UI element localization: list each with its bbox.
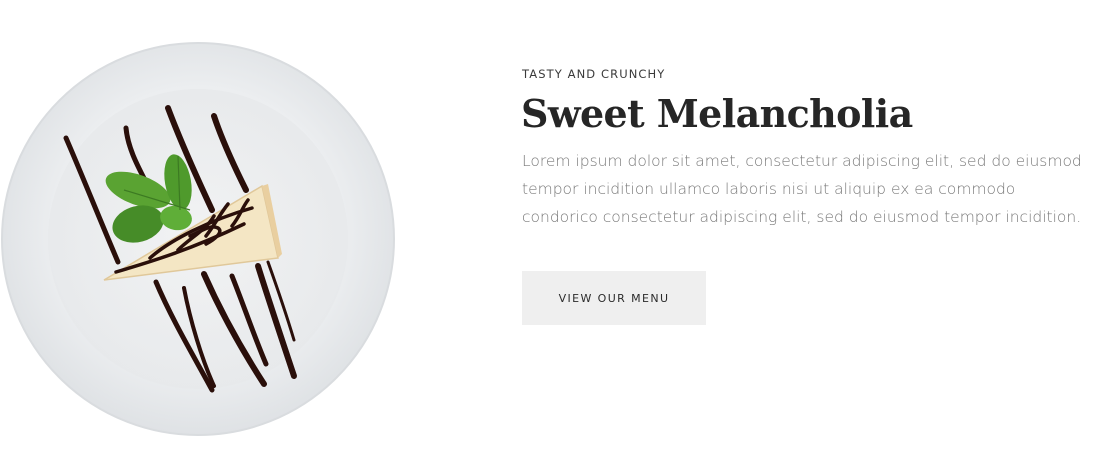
hero-description: Lorem ipsum dolor sit amet, consectetur … xyxy=(522,152,1082,226)
dessert-plate-image xyxy=(0,40,398,438)
page: TASTY AND CRUNCHY Sweet Melancholia Lore… xyxy=(0,0,1099,475)
plate-illustration xyxy=(1,42,395,436)
hero-content: TASTY AND CRUNCHY Sweet Melancholia Lore… xyxy=(521,66,1082,325)
view-menu-button[interactable]: VIEW OUR MENU xyxy=(522,271,706,325)
hero-title: Sweet Melancholia xyxy=(521,91,913,136)
eyebrow-text: TASTY AND CRUNCHY xyxy=(522,67,666,81)
